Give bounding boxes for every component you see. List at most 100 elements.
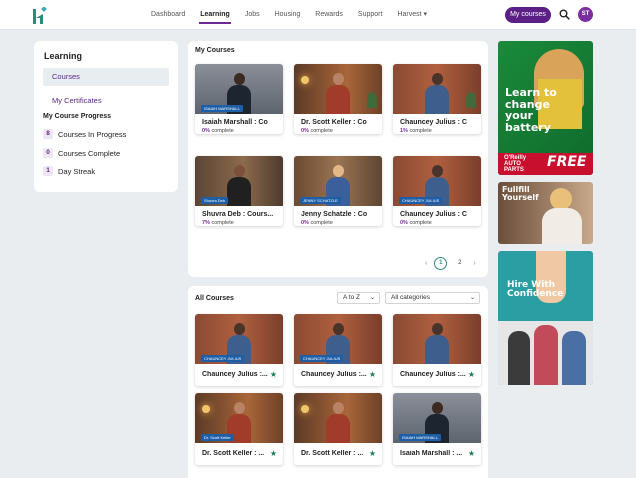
instructor-tag: CHAUNCEY JULIUS: [399, 197, 443, 204]
course-thumbnail: Shuvra Deb: [195, 156, 283, 206]
ad-headline: Learn to change your battery: [505, 86, 557, 134]
course-card[interactable]: JENNY SCHATZLE Jenny Schatzle : Co 0% co…: [294, 156, 382, 226]
stat-label: Courses Complete: [58, 148, 121, 158]
course-title: Jenny Schatzle : Co: [301, 211, 368, 218]
course-thumbnail: [294, 64, 382, 114]
pagination: ‹ 1 2 ›: [421, 257, 480, 270]
star-icon[interactable]: ★: [369, 449, 376, 458]
prev-page-button[interactable]: ‹: [425, 260, 427, 267]
course-thumbnail: JENNY SCHATZLE: [294, 156, 382, 206]
course-thumbnail: [393, 314, 481, 364]
ad-brand: O'Reilly AUTO PARTS: [504, 155, 527, 173]
course-card[interactable]: Dr. Scott Keller : Co 0% complete: [294, 64, 382, 134]
course-thumbnail: ISAIAH MARSHALL: [195, 64, 283, 114]
course-progress: 0% complete: [301, 220, 333, 226]
my-courses-panel: My Courses ISAIAH MARSHALL Isaiah Marsha…: [188, 41, 488, 277]
ad-cta: FREE: [547, 154, 587, 170]
course-title: Shuvra Deb : Cours...: [202, 211, 274, 218]
search-icon[interactable]: [559, 9, 570, 20]
course-card[interactable]: ISAIAH MARSHALL Isaiah Marshall : ... ★: [393, 393, 481, 465]
course-title: Chauncey Julius :...: [202, 371, 268, 378]
stat-count: 8: [43, 129, 53, 139]
course-card[interactable]: Shuvra Deb Shuvra Deb : Cours... 7% comp…: [195, 156, 283, 226]
star-icon[interactable]: ★: [270, 370, 277, 379]
sidebar-item-courses[interactable]: Courses: [43, 68, 169, 86]
page-1-button[interactable]: 1: [434, 257, 448, 270]
course-progress: 0% complete: [400, 220, 432, 226]
page-2-button[interactable]: 2: [453, 257, 466, 270]
all-courses-panel: All Courses A to Z ⌄ All categories ⌄ CHAU…: [188, 286, 488, 478]
course-thumbnail: CHAUNCEY JULIUS: [195, 314, 283, 364]
course-title: Chauncey Julius : C: [400, 211, 467, 218]
course-progress: 0% complete: [202, 128, 234, 134]
course-progress: 1% complete: [400, 128, 432, 134]
chevron-down-icon: ⌄: [369, 295, 375, 301]
stat-label: Courses In Progress: [58, 129, 127, 139]
stat-complete: 0 Courses Complete: [43, 148, 120, 158]
course-thumbnail: Dr. Scott Keller: [195, 393, 283, 443]
progress-heading: My Course Progress: [43, 113, 112, 120]
star-icon[interactable]: ★: [270, 449, 277, 458]
course-card[interactable]: ISAIAH MARSHALL Isaiah Marshall : Co 0% …: [195, 64, 283, 134]
course-thumbnail: ISAIAH MARSHALL: [393, 393, 481, 443]
course-title: Chauncey Julius : C: [400, 119, 467, 126]
stat-count: 0: [43, 148, 53, 158]
instructor-tag: Shuvra Deb: [201, 197, 229, 204]
my-courses-button[interactable]: My courses: [505, 7, 551, 23]
course-title: Dr. Scott Keller : ...: [301, 450, 364, 457]
learning-sidebar: Learning Courses My Certificates My Cour…: [34, 41, 178, 192]
course-progress: 0% complete: [301, 128, 333, 134]
instructor-tag: Dr. Scott Keller: [201, 434, 234, 441]
star-icon[interactable]: ★: [468, 370, 475, 379]
course-card[interactable]: Dr. Scott Keller : ... ★: [294, 393, 382, 465]
course-card[interactable]: CHAUNCEY JULIUS Chauncey Julius :... ★: [195, 314, 283, 386]
nav-learning[interactable]: Learning: [199, 0, 231, 30]
nav-harvest-dropdown[interactable]: Harvest ▾: [397, 0, 427, 30]
sidebar-title: Learning: [44, 51, 83, 61]
course-progress: 7% complete: [202, 220, 234, 226]
ad-headline: Hire With Confidence: [507, 280, 564, 300]
top-navbar: Dashboard Learning Jobs Housing Rewards …: [0, 0, 636, 30]
chevron-down-icon: ⌄: [469, 295, 475, 301]
sidebar-item-certificates[interactable]: My Certificates: [52, 96, 102, 105]
nav-dashboard[interactable]: Dashboard: [151, 0, 185, 30]
course-title: Dr. Scott Keller : Co: [301, 119, 367, 126]
course-title: Chauncey Julius :...: [400, 371, 466, 378]
all-courses-title: All Courses: [195, 295, 234, 302]
instructor-tag: CHAUNCEY JULIUS: [300, 355, 344, 362]
course-title: Dr. Scott Keller : ...: [202, 450, 265, 457]
ad-battery[interactable]: Learn to change your battery O'Reilly AU…: [498, 41, 593, 175]
instructor-tag: ISAIAH MARSHALL: [201, 105, 243, 112]
user-avatar[interactable]: ST: [578, 7, 593, 22]
course-card[interactable]: CHAUNCEY JULIUS Chauncey Julius : C 0% c…: [393, 156, 481, 226]
sort-select[interactable]: A to Z ⌄: [337, 292, 380, 304]
category-select[interactable]: All categories ⌄: [385, 292, 480, 304]
course-card[interactable]: Chauncey Julius : C 1% complete: [393, 64, 481, 134]
course-thumbnail: CHAUNCEY JULIUS: [294, 314, 382, 364]
instructor-tag: CHAUNCEY JULIUS: [201, 355, 245, 362]
course-title: Isaiah Marshall : Co: [202, 119, 268, 126]
ad-fulfill[interactable]: Fullfill Yourself: [498, 182, 593, 244]
nav-support[interactable]: Support: [358, 0, 383, 30]
stat-in-progress: 8 Courses In Progress: [43, 129, 126, 139]
next-page-button[interactable]: ›: [473, 260, 475, 267]
ad-hire[interactable]: Hire With Confidence: [498, 251, 593, 385]
course-card[interactable]: CHAUNCEY JULIUS Chauncey Julius :... ★: [294, 314, 382, 386]
course-card[interactable]: Chauncey Julius :... ★: [393, 314, 481, 386]
course-thumbnail: [294, 393, 382, 443]
course-title: Chauncey Julius :...: [301, 371, 367, 378]
star-icon[interactable]: ★: [468, 449, 475, 458]
my-courses-title: My Courses: [195, 47, 235, 54]
course-title: Isaiah Marshall : ...: [400, 450, 463, 457]
course-card[interactable]: Dr. Scott Keller Dr. Scott Keller : ... …: [195, 393, 283, 465]
stat-label: Day Streak: [58, 166, 96, 176]
nav-rewards[interactable]: Rewards: [315, 0, 343, 30]
stat-count: 1: [43, 166, 53, 176]
nav-housing[interactable]: Housing: [275, 0, 301, 30]
app-logo-icon[interactable]: [32, 7, 48, 25]
course-thumbnail: [393, 64, 481, 114]
instructor-tag: JENNY SCHATZLE: [300, 197, 341, 204]
ad-headline: Fullfill Yourself: [502, 185, 539, 203]
nav-jobs[interactable]: Jobs: [245, 0, 260, 30]
star-icon[interactable]: ★: [369, 370, 376, 379]
